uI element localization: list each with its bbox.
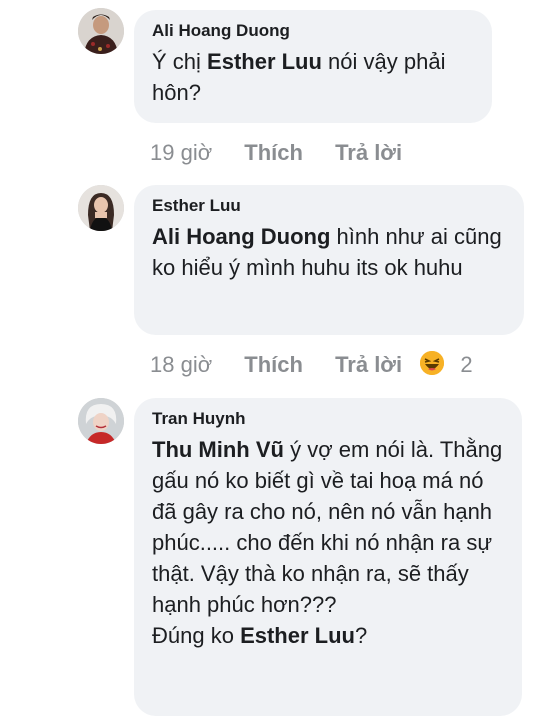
mention-link[interactable]: Thu Minh Vũ (152, 437, 284, 462)
comment-bubble: Tran Huynh Thu Minh Vũ ý vợ em nói là. T… (134, 398, 522, 716)
comment-author[interactable]: Tran Huynh (152, 408, 504, 430)
haha-emoji-icon[interactable] (420, 351, 445, 375)
mention-link[interactable]: Esther Luu (207, 49, 322, 74)
text-segment: Ý chị (152, 49, 208, 74)
comment-time[interactable]: 18 giờ (150, 352, 212, 378)
reply-button[interactable]: Trả lời (335, 140, 402, 166)
comment-text: Thu Minh Vũ ý vợ em nói là. Thằng gấu nó… (152, 434, 504, 651)
mention-link[interactable]: Esther Luu (240, 623, 355, 648)
comment-bubble: Ali Hoang Duong Ý chị Esther Luu nói vậy… (134, 10, 492, 123)
comment-bubble: Esther Luu Ali Hoang Duong hình như ai c… (134, 185, 524, 335)
text-segment: ý vợ em nói là. Thằng gấu nó ko biết gì … (152, 437, 503, 617)
avatar[interactable] (78, 185, 124, 231)
comment-meta: 19 giờ Thích Trả lời (150, 140, 402, 166)
comment-text: Ali Hoang Duong hình như ai cũng ko hiểu… (152, 221, 506, 283)
text-segment: ? (354, 623, 368, 648)
mention-link[interactable]: Ali Hoang Duong (152, 224, 330, 249)
avatar[interactable] (78, 398, 124, 444)
reply-button[interactable]: Trả lời (335, 352, 402, 378)
comment-author[interactable]: Esther Luu (152, 195, 506, 217)
comment-time[interactable]: 19 giờ (150, 140, 212, 166)
comment-text: Ý chị Esther Luu nói vậy phải hôn? (152, 46, 474, 108)
like-button[interactable]: Thích (244, 352, 303, 378)
avatar[interactable] (78, 8, 124, 54)
reaction-count[interactable]: 2 (460, 352, 472, 378)
comment-author[interactable]: Ali Hoang Duong (152, 20, 474, 42)
text-segment: Đúng ko (152, 623, 241, 648)
like-button[interactable]: Thích (244, 140, 303, 166)
comment-meta: 18 giờ Thích Trả lời 2 (150, 351, 473, 378)
